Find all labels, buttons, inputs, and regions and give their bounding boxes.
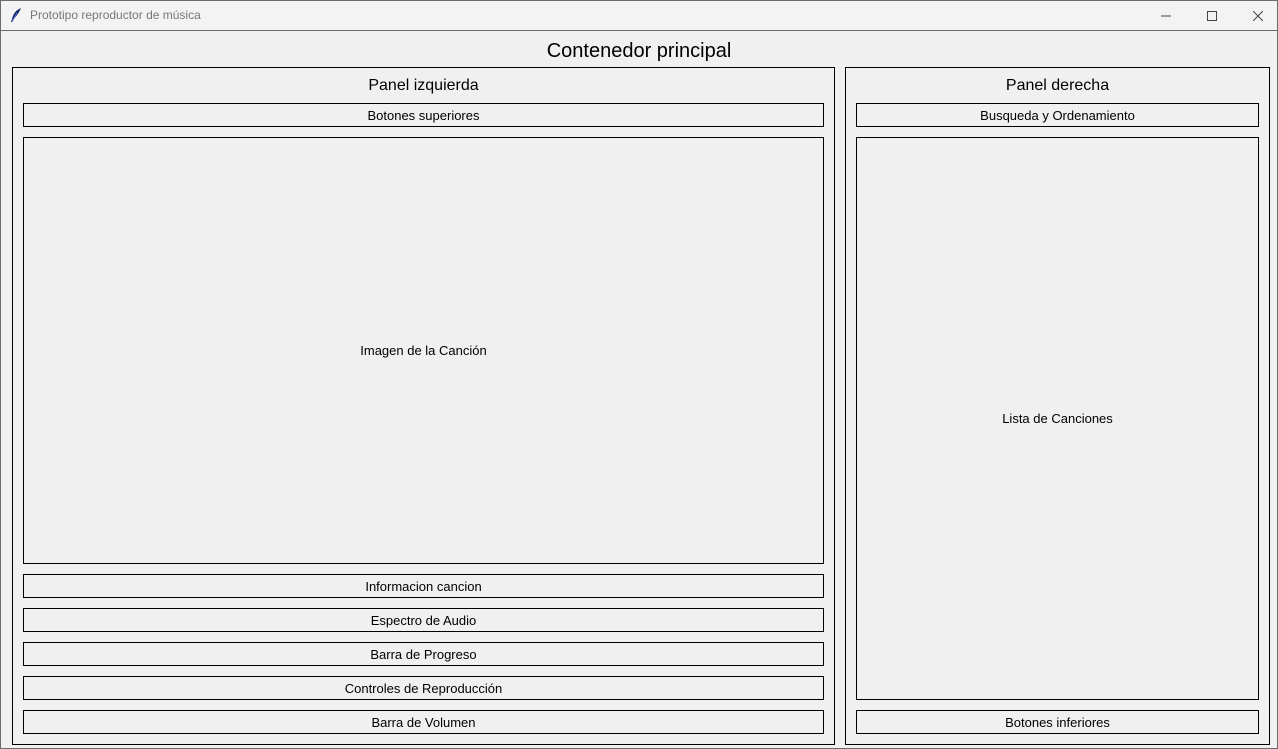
- title-bar[interactable]: Prototipo reproductor de música: [1, 1, 1277, 30]
- song-list-area[interactable]: Lista de Canciones: [856, 137, 1259, 700]
- song-info-area: Informacion cancion: [23, 574, 824, 598]
- main-container-title: Contenedor principal: [546, 40, 732, 62]
- bottom-buttons-area[interactable]: Botones inferiores: [856, 710, 1259, 734]
- minimize-icon: [1161, 11, 1171, 21]
- minimize-button[interactable]: [1143, 1, 1189, 30]
- right-panel: Panel derecha Busqueda y Ordenamiento Li…: [845, 67, 1270, 745]
- progress-bar-area[interactable]: Barra de Progreso: [23, 642, 824, 666]
- audio-spectrum-area: Espectro de Audio: [23, 608, 824, 632]
- maximize-button[interactable]: [1189, 1, 1235, 30]
- volume-bar-area[interactable]: Barra de Volumen: [23, 710, 824, 734]
- top-buttons-area[interactable]: Botones superiores: [23, 103, 824, 127]
- maximize-icon: [1207, 10, 1217, 21]
- left-panel: Panel izquierda Botones superiores Image…: [12, 67, 835, 745]
- playback-controls-area[interactable]: Controles de Reproducción: [23, 676, 824, 700]
- window-title: Prototipo reproductor de música: [30, 8, 201, 22]
- left-panel-title: Panel izquierda: [368, 77, 479, 94]
- feather-icon: [9, 7, 23, 23]
- right-panel-title: Panel derecha: [1005, 77, 1110, 94]
- title-bar-divider: [1, 30, 1277, 31]
- search-sort-area[interactable]: Busqueda y Ordenamiento: [856, 103, 1259, 127]
- close-icon: [1253, 10, 1263, 21]
- song-image-area: Imagen de la Canción: [23, 137, 824, 564]
- close-button[interactable]: [1235, 1, 1278, 30]
- app-window: Prototipo reproductor de música Contened…: [0, 0, 1278, 749]
